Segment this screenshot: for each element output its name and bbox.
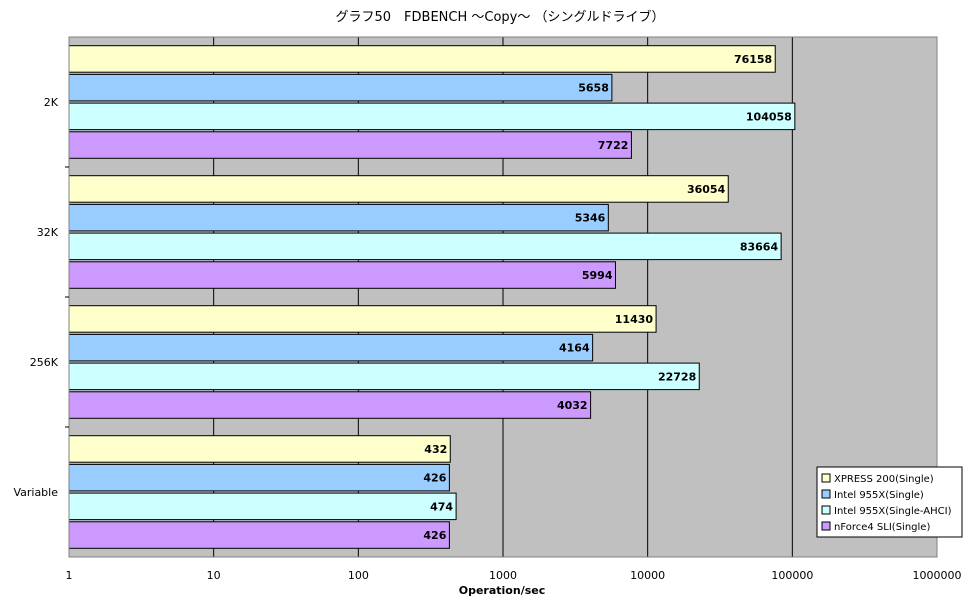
bar	[68, 203, 609, 232]
data-label: 5994	[582, 269, 613, 282]
x-tick-label: 1000000	[913, 569, 962, 582]
y-tick-label: 32K	[37, 226, 59, 239]
y-tick-label: 256K	[30, 356, 59, 369]
x-tick-label: 1000	[489, 569, 517, 582]
legend-swatch	[821, 473, 831, 483]
data-label: 474	[430, 500, 453, 513]
data-label: 11430	[615, 313, 654, 326]
legend-label: Intel 955X(Single)	[834, 490, 924, 501]
legend: XPRESS 200(Single) Intel 955X(Single) Inte…	[816, 466, 963, 538]
bar	[68, 45, 776, 73]
bar	[68, 175, 729, 203]
legend-swatch	[821, 521, 831, 531]
x-tick-label: 10000	[630, 569, 665, 582]
legend-label: XPRESS 200(Single)	[834, 474, 934, 485]
bar	[68, 362, 700, 391]
data-label: 76158	[734, 53, 772, 66]
legend-swatch	[821, 489, 831, 499]
data-label: 426	[423, 529, 446, 542]
bar	[68, 463, 450, 492]
data-label: 5658	[578, 82, 609, 95]
bar	[68, 73, 613, 102]
legend-swatch	[821, 505, 831, 515]
data-label: 432	[424, 443, 447, 456]
y-tick-label: Variable	[13, 486, 58, 499]
bar	[68, 391, 592, 419]
x-tick-label: 100	[348, 569, 369, 582]
data-label: 7722	[598, 139, 629, 152]
data-label: 22728	[658, 370, 696, 383]
chart-title: グラフ50 FDBENCH ～Copy～ （シングルドライブ）	[336, 9, 665, 25]
x-axis-title: Operation/sec	[459, 584, 546, 597]
x-tick-label: 1	[66, 569, 73, 582]
data-label: 36054	[687, 183, 726, 196]
bar	[68, 131, 632, 159]
data-label: 426	[423, 472, 446, 485]
bar	[68, 435, 451, 463]
data-label: 83664	[740, 240, 779, 253]
data-label: 4032	[557, 399, 588, 412]
bar	[68, 232, 782, 261]
legend-label: nForce4 SLI(Single)	[834, 522, 930, 533]
data-label: 5346	[575, 212, 606, 225]
data-label: 104058	[746, 110, 792, 123]
bar	[68, 305, 657, 333]
x-tick-label: 10	[207, 569, 221, 582]
bar	[68, 261, 617, 289]
chart: グラフ50 FDBENCH ～Copy～ （シングルドライブ） 76158 565…	[13, 9, 963, 597]
bar	[68, 521, 450, 549]
bar	[68, 492, 457, 521]
data-label: 4164	[559, 342, 590, 355]
legend-label: Intel 955X(Single-AHCI)	[834, 506, 952, 517]
bar	[68, 333, 594, 362]
y-tick-label: 2K	[44, 96, 59, 109]
bar	[68, 102, 796, 131]
x-tick-label: 100000	[771, 569, 813, 582]
